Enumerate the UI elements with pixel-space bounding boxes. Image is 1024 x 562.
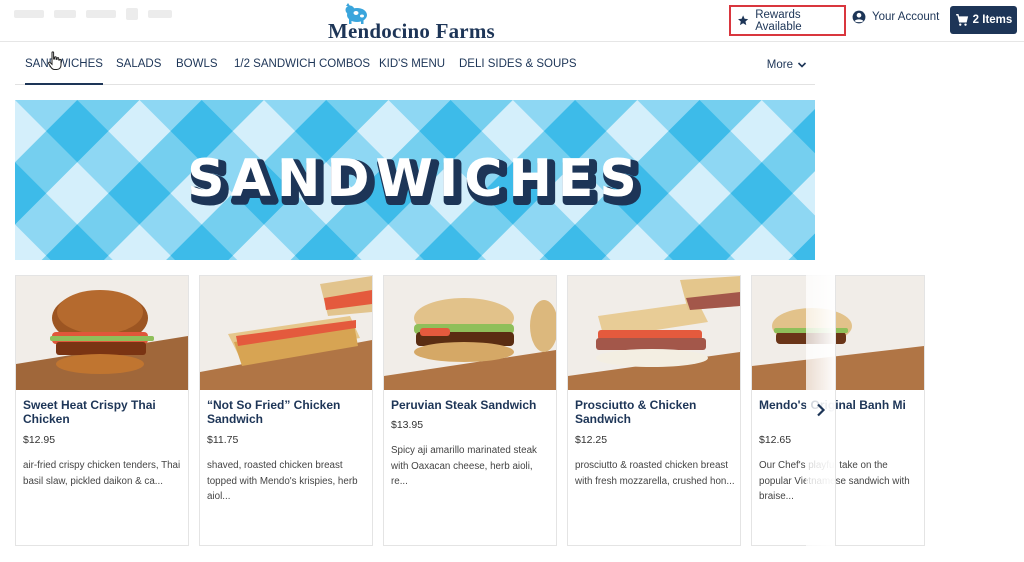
brand-logo[interactable]: Mendocino Farms: [328, 2, 504, 43]
cart-count: 2 Items: [972, 14, 1013, 26]
tab-half-sandwich-combos[interactable]: 1/2 SANDWICH COMBOS: [234, 44, 370, 85]
product-image: [568, 276, 740, 390]
hand-cursor-icon: [47, 51, 62, 70]
chevron-down-icon: [797, 61, 807, 68]
more-menu-button[interactable]: More: [767, 44, 807, 85]
gingham-pattern: SANDWICHES SANDWICHES: [15, 100, 815, 260]
product-image: [384, 276, 556, 390]
product-description: air-fried crispy chicken tenders, Thai b…: [23, 460, 181, 487]
user-circle-icon: [852, 10, 866, 24]
product-description: Our Chef's playful take on the popular V…: [759, 460, 910, 502]
product-price: $12.95: [23, 434, 56, 446]
carousel-next-button[interactable]: [812, 400, 830, 420]
product-name: Sweet Heat Crispy Thai Chicken: [23, 398, 156, 426]
product-card[interactable]: Mendo's Original Banh Mi $12.65 Our Chef…: [751, 275, 925, 546]
tab-sandwiches[interactable]: SANDWICHES: [25, 44, 103, 85]
product-card[interactable]: Prosciutto & Chicken Sandwich $12.25 pro…: [567, 275, 741, 546]
more-label: More: [766, 58, 793, 71]
account-link[interactable]: Your Account: [852, 10, 939, 24]
product-name: Prosciutto & Chicken Sandwich: [575, 398, 697, 426]
product-description: shaved, roasted chicken breast topped wi…: [207, 460, 358, 502]
product-description: Spicy aji amarillo marinated steak with …: [391, 445, 537, 487]
product-price: $12.65: [759, 434, 792, 446]
rewards-button[interactable]: Rewards Available: [729, 5, 846, 36]
chevron-right-icon: [817, 403, 826, 417]
cart-button[interactable]: 2 Items: [950, 6, 1017, 34]
cart-icon: [955, 14, 968, 26]
product-image: [200, 276, 372, 390]
product-price: $13.95: [391, 419, 424, 431]
banner-title: SANDWICHES: [187, 149, 643, 209]
tab-kids-menu[interactable]: KID'S MENU: [379, 44, 445, 85]
product-image: [752, 276, 924, 390]
star-icon: [738, 15, 749, 26]
product-name: Mendo's Original Banh Mi: [759, 398, 906, 412]
site-header: Mendocino Farms Rewards Available Your A…: [0, 0, 1024, 43]
product-name: “Not So Fried” Chicken Sandwich: [207, 398, 341, 426]
product-description: prosciutto & roasted chicken breast with…: [575, 460, 735, 487]
category-banner: SANDWICHES SANDWICHES: [15, 100, 815, 260]
account-label: Your Account: [872, 11, 940, 23]
product-price: $11.75: [207, 434, 239, 446]
tab-bowls[interactable]: BOWLS: [176, 44, 218, 85]
rewards-label: Rewards Available: [755, 8, 802, 33]
product-price: $12.25: [575, 434, 608, 446]
tab-salads[interactable]: SALADS: [116, 44, 161, 85]
product-name: Peruvian Steak Sandwich: [391, 398, 537, 412]
category-nav: SANDWICHES SALADS BOWLS 1/2 SANDWICH COM…: [15, 44, 815, 85]
product-card[interactable]: Sweet Heat Crispy Thai Chicken $12.95 ai…: [15, 275, 189, 546]
brand-name: Mendocino Farms: [328, 19, 495, 43]
product-image: [16, 276, 188, 390]
tab-deli-sides-soups[interactable]: DELI SIDES & SOUPS: [459, 44, 577, 85]
header-faded-nav: [14, 8, 172, 20]
product-card[interactable]: “Not So Fried” Chicken Sandwich $11.75 s…: [199, 275, 373, 546]
product-card[interactable]: Peruvian Steak Sandwich $13.95 Spicy aji…: [383, 275, 557, 546]
